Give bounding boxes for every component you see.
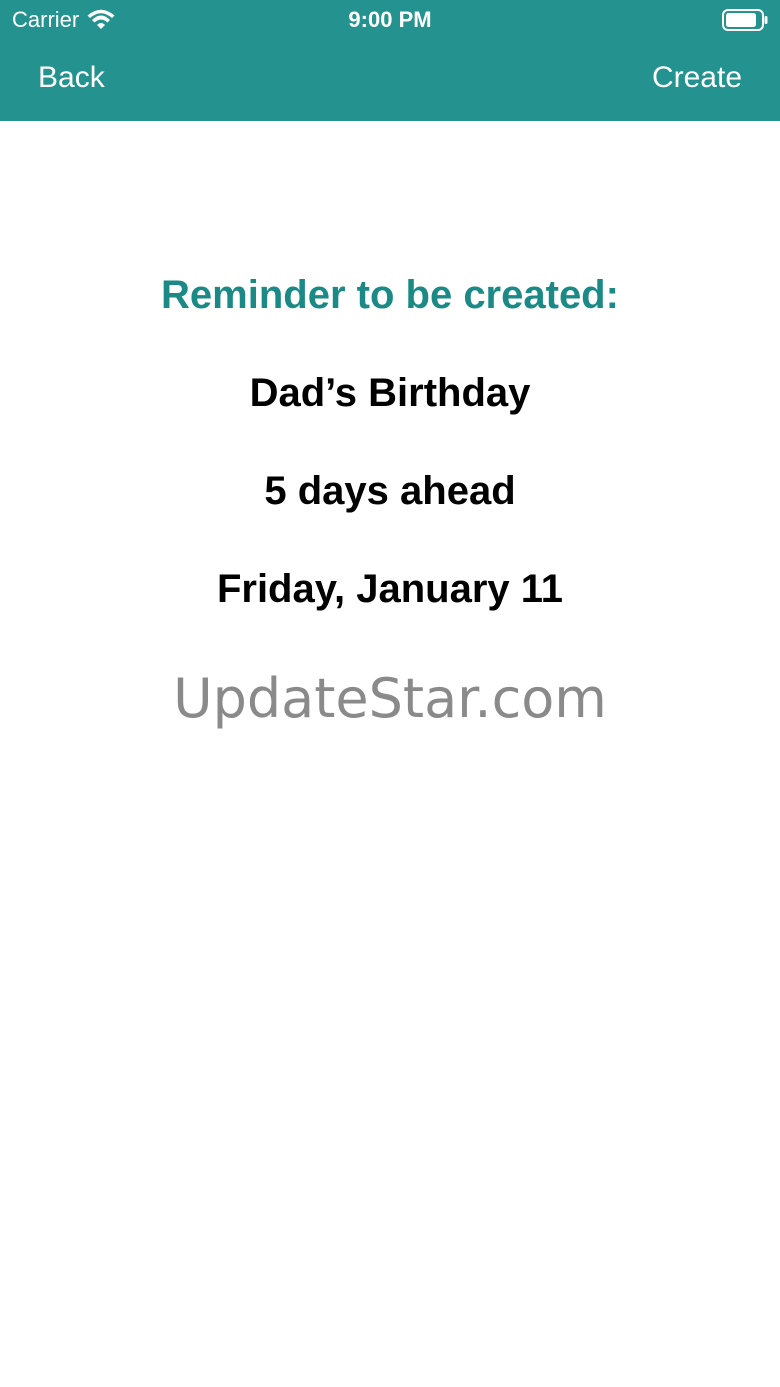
back-button[interactable]: Back [38, 58, 105, 98]
top-bar: Carrier 9:00 PM Back Create [0, 0, 780, 121]
reminder-date: Friday, January 11 [216, 567, 564, 611]
reminder-lead-time: 5 days ahead [264, 469, 516, 513]
create-button[interactable]: Create [652, 58, 742, 98]
status-time: 9:00 PM [348, 7, 432, 32]
watermark: UpdateStar.com [173, 667, 607, 730]
navigation-bar: Back Create [0, 40, 780, 121]
reminder-name: Dad’s Birthday [249, 371, 531, 415]
page-title: Reminder to be created: [161, 273, 619, 317]
status-bar: Carrier 9:00 PM [0, 0, 780, 40]
battery-icon [722, 9, 768, 31]
